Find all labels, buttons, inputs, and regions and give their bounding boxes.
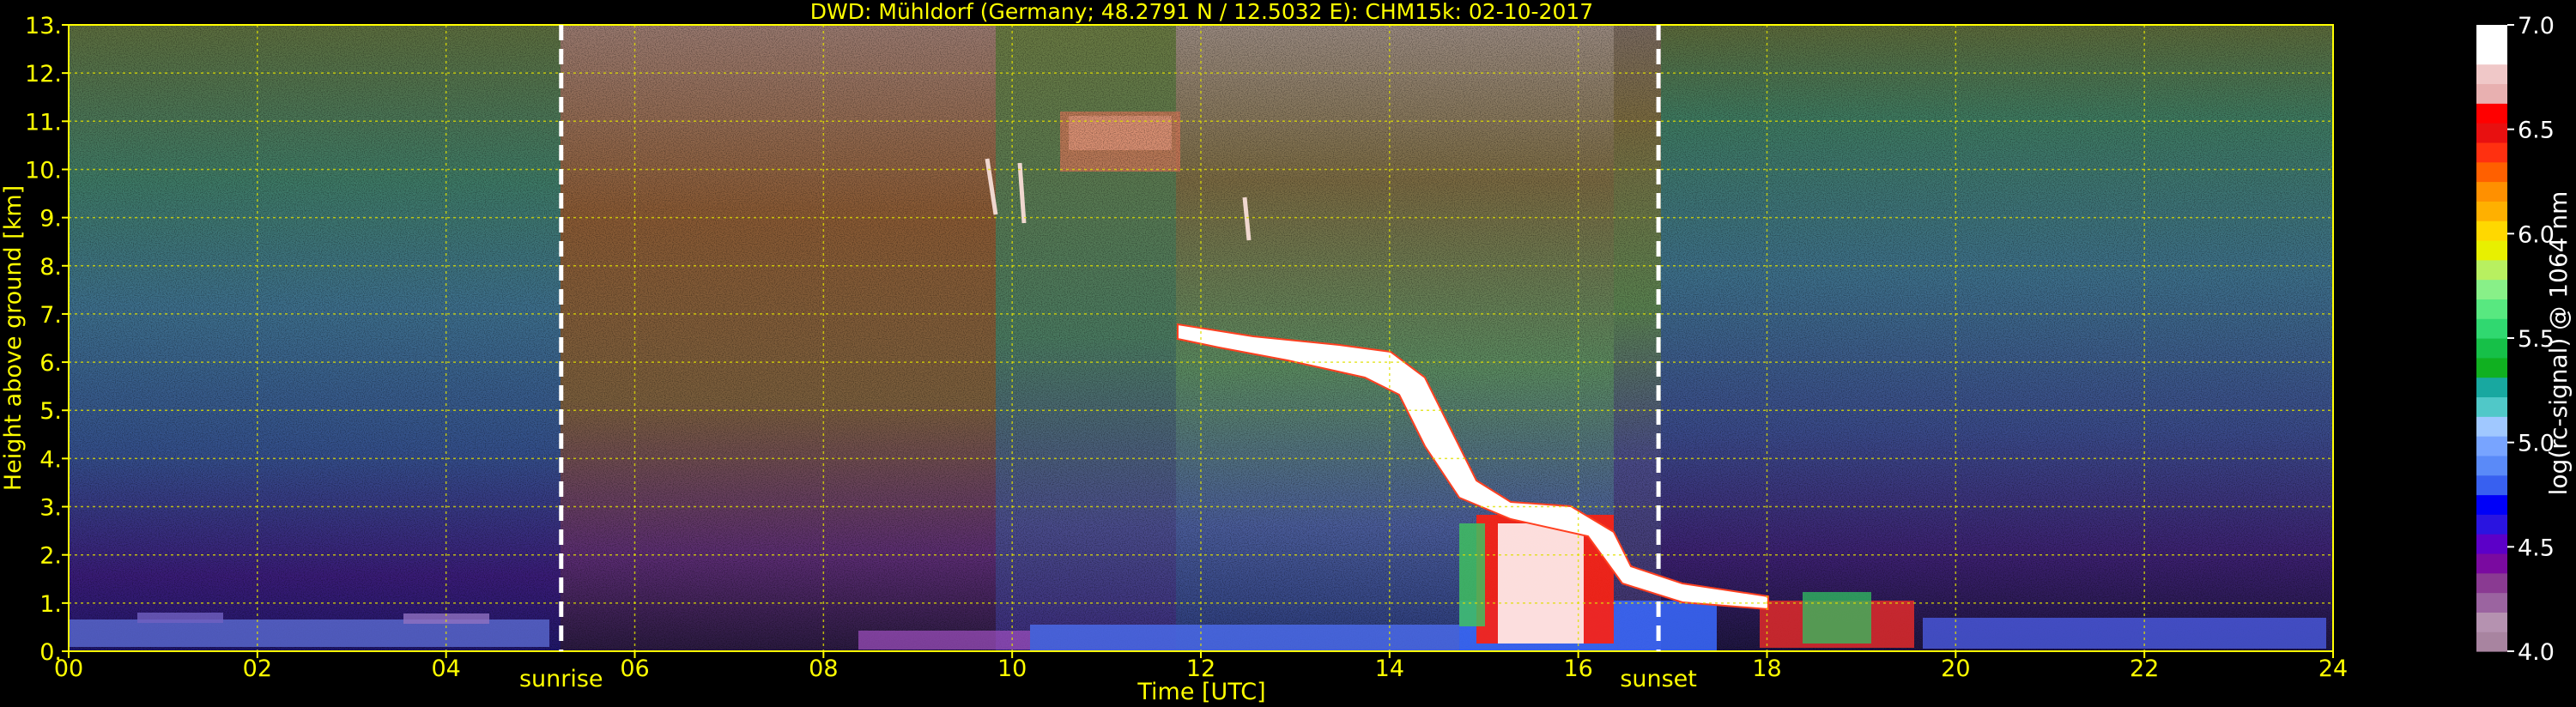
y-tick-label: 6. <box>39 350 62 377</box>
chart-title: DWD: Mühldorf (Germany; 48.2791 N / 12.5… <box>810 0 1593 24</box>
y-tick-label: 13. <box>25 13 62 39</box>
surface-layer <box>1803 592 1871 644</box>
colorbar-segment <box>2476 142 2507 163</box>
colorbar-segment <box>2476 416 2507 437</box>
ceilometer-chart: sunrise sunset 00 02 04 06 08 10 12 14 16 18 20 22 24… <box>0 0 2573 705</box>
colorbar-segment <box>2476 279 2507 299</box>
colorbar-segment <box>2476 83 2507 104</box>
x-tick-label: 18 <box>1752 656 1781 682</box>
colorbar-label: log(rc-signal) @ 1064 nm <box>2544 191 2573 496</box>
y-tick-label: 4. <box>39 446 62 473</box>
colorbar-segment <box>2476 455 2507 476</box>
colorbar-segment <box>2476 436 2507 456</box>
y-tick-label: 0. <box>39 639 62 666</box>
colorbar-segment <box>2476 572 2507 594</box>
colorbar-segment <box>2476 396 2507 417</box>
surface-layer <box>1923 618 2326 649</box>
colorbar-segment <box>2476 161 2507 183</box>
y-tick-label: 2. <box>39 543 62 570</box>
colorbar-segment <box>2476 494 2507 515</box>
x-tick-label: 20 <box>1941 656 1970 682</box>
colorbar-segment <box>2476 239 2507 261</box>
colorbar-tick-label: 4.0 <box>2518 639 2555 666</box>
colorbar-segment <box>2476 631 2507 652</box>
y-axis: 0. 1. 2. 3. 4. 5. 6. 7. 8. 9. 10. 11. 12. 13. <box>25 13 69 666</box>
colorbar-tick-label: 7.0 <box>2518 13 2555 39</box>
colorbar-segment <box>2476 592 2507 613</box>
colorbar-segment <box>2476 63 2507 85</box>
y-tick-label: 7. <box>39 302 62 329</box>
colorbar-segment <box>2476 44 2507 65</box>
surface-layer <box>1030 625 1459 650</box>
y-tick-label: 12. <box>25 61 62 88</box>
y-tick-label: 9. <box>39 206 62 233</box>
aerosol-layer <box>1459 523 1485 626</box>
colorbar-segment <box>2476 103 2507 124</box>
colorbar-segment <box>2476 514 2507 535</box>
colorbar-segment <box>2476 474 2507 496</box>
y-tick-label: 5. <box>39 398 62 425</box>
y-tick-label: 1. <box>39 591 62 618</box>
colorbar-segment <box>2476 534 2507 554</box>
surface-layer <box>137 613 223 623</box>
aerosol-layer <box>1498 523 1584 644</box>
colorbar-segment <box>2476 299 2507 319</box>
colorbar-segment <box>2476 123 2507 143</box>
x-tick-label: 04 <box>431 656 460 682</box>
x-tick-label: 02 <box>243 656 272 682</box>
y-tick-label: 10. <box>25 157 62 184</box>
x-axis-label: Time [UTC] <box>1136 679 1265 705</box>
x-tick-label: 22 <box>2130 656 2159 682</box>
colorbar-segment <box>2476 377 2507 398</box>
x-tick-label: 24 <box>2318 656 2348 682</box>
colorbar-segment <box>2476 338 2507 359</box>
surface-layer <box>858 631 1030 650</box>
x-tick-label: 14 <box>1375 656 1404 682</box>
x-tick-label: 10 <box>997 656 1027 682</box>
y-tick-label: 11. <box>25 109 62 136</box>
marker-label: sunrise <box>519 666 603 692</box>
marker-label: sunset <box>1620 666 1697 692</box>
colorbar-segment <box>2476 181 2507 202</box>
colorbar-segment <box>2476 553 2507 574</box>
colorbar-segment <box>2476 357 2507 378</box>
x-tick-label: 08 <box>809 656 838 682</box>
colorbar-tick-label: 6.5 <box>2518 118 2555 144</box>
y-tick-label: 8. <box>39 254 62 281</box>
colorbar-segment <box>2476 25 2507 45</box>
y-axis-label: Height above ground [km] <box>0 185 27 491</box>
x-tick-label: 16 <box>1563 656 1592 682</box>
colorbar-segment <box>2476 221 2507 241</box>
colorbar-segment <box>2476 201 2507 221</box>
x-tick-label: 06 <box>620 656 649 682</box>
colorbar-segment <box>2476 612 2507 632</box>
colorbar-segment <box>2476 318 2507 339</box>
x-axis: 00 02 04 06 08 10 12 14 16 18 20 22 24 <box>54 651 2348 682</box>
colorbar-segment <box>2476 259 2507 281</box>
colorbar-tick-label: 4.5 <box>2518 535 2555 561</box>
colorbar <box>2476 25 2507 652</box>
y-tick-label: 3. <box>39 495 62 522</box>
